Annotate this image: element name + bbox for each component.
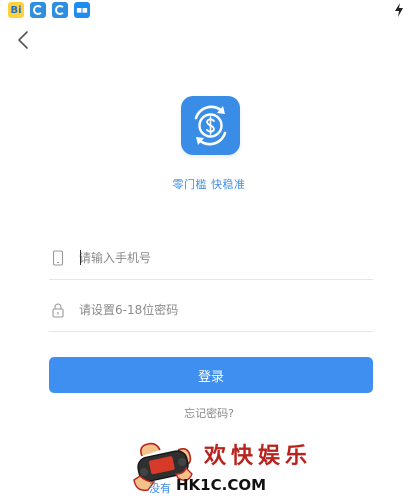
app-icon: [30, 2, 46, 18]
watermark-domain: HK1C.COM: [176, 476, 267, 494]
charging-icon: [395, 3, 403, 17]
register-link[interactable]: 没有: [149, 480, 171, 496]
text-cursor: [80, 250, 81, 265]
bilibili-icon: Bi: [8, 2, 24, 18]
login-button[interactable]: 登录: [49, 357, 373, 393]
phone-field-row: [49, 236, 373, 280]
app-icon: ■■: [74, 2, 90, 18]
back-arrow-icon[interactable]: [12, 28, 36, 52]
lock-icon: [52, 303, 64, 318]
app-logo: [181, 96, 240, 155]
watermark-title: 欢快娱乐: [204, 444, 313, 469]
login-page: Bi ■■ 零门槛 快稳准 请输入手机号 登录 忘记密码? 欢快娱乐 HK1C.…: [0, 0, 418, 500]
dollar-refresh-icon: [194, 105, 227, 146]
app-icon: [52, 2, 68, 18]
app-slogan: 零门槛 快稳准: [172, 178, 246, 191]
password-field-row: [49, 288, 373, 332]
password-input[interactable]: [79, 298, 359, 322]
phone-input[interactable]: [79, 246, 359, 270]
phone-icon: [52, 250, 64, 266]
status-bar: Bi ■■: [0, 0, 418, 20]
forgot-password-link[interactable]: 忘记密码?: [0, 405, 418, 421]
